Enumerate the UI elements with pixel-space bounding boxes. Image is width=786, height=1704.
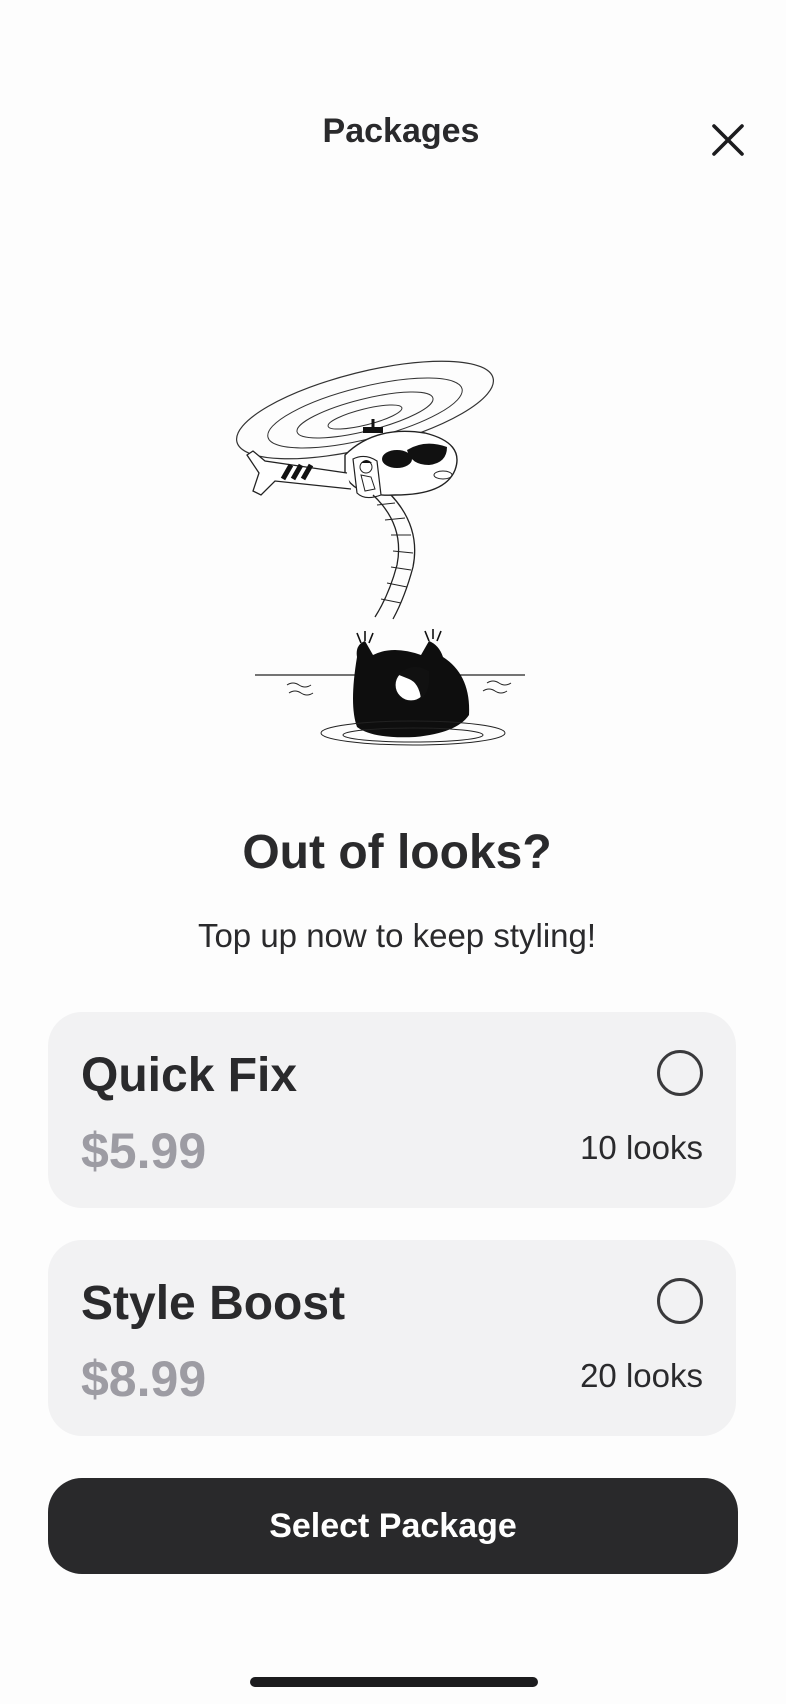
- package-price: $8.99: [81, 1351, 207, 1407]
- package-radio[interactable]: [657, 1050, 703, 1096]
- package-card-quick-fix[interactable]: Quick Fix $5.99 10 looks: [48, 1012, 736, 1208]
- package-radio[interactable]: [657, 1278, 703, 1324]
- close-icon: [712, 124, 744, 156]
- package-name: Style Boost: [81, 1277, 346, 1330]
- headline: Out of looks?: [242, 826, 552, 879]
- package-price: $5.99: [81, 1123, 207, 1179]
- package-card-style-boost[interactable]: Style Boost $8.99 20 looks: [48, 1240, 736, 1436]
- home-indicator[interactable]: [250, 1677, 538, 1687]
- package-looks: 10 looks: [580, 1129, 703, 1166]
- page-title: Packages: [322, 112, 480, 150]
- package-name: Quick Fix: [81, 1049, 298, 1102]
- header: Packages: [0, 0, 786, 200]
- package-looks: 20 looks: [580, 1357, 703, 1394]
- helicopter-rescue-illustration: [225, 355, 555, 755]
- select-package-button[interactable]: Select Package: [48, 1478, 738, 1574]
- subheadline: Top up now to keep styling!: [197, 917, 597, 954]
- close-button[interactable]: [706, 118, 750, 162]
